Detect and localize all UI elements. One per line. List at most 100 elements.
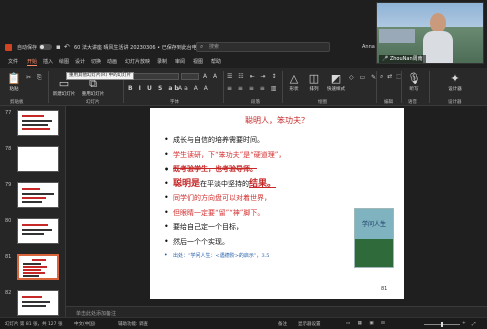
slide-thumbnail[interactable]	[17, 218, 59, 244]
bullet-item: 同学们的方向盘可以对着世界，	[164, 191, 364, 206]
thumb-number: 82	[5, 290, 12, 296]
group-label-font: 字体	[170, 100, 179, 105]
powerpoint-logo-icon	[5, 44, 12, 51]
edit-icons[interactable]: ⌕ ⇄ ⬚	[380, 73, 403, 81]
tab-view[interactable]: 视图	[193, 58, 203, 65]
ribbon-separator	[48, 71, 49, 103]
slide-page-number: 81	[381, 286, 388, 292]
quick-styles-button[interactable]: ◩ 快速样式	[325, 72, 347, 93]
tab-review[interactable]: 审阅	[175, 58, 185, 65]
clipboard-small-icons[interactable]: ✂ ⎘	[26, 74, 44, 82]
user-name[interactable]: Anna	[362, 44, 375, 50]
font-size-field[interactable]	[181, 73, 199, 80]
notes-pane[interactable]: 单击此处添加备注	[66, 306, 487, 317]
book-cover-image[interactable]: 学问人生	[354, 208, 394, 268]
status-bar: 幻灯片 第 81 张，共 127 张 中文(中国) 辅助功能: 调查 备注 显示…	[0, 317, 487, 329]
participant-name-label: 🎤 ZhouNan周南	[379, 55, 426, 63]
shapes-icon: △	[289, 72, 299, 85]
autosave-toggle[interactable]	[39, 44, 52, 50]
group-label-drawing: 绘图	[318, 100, 327, 105]
accessibility-status[interactable]: 辅助功能: 调查	[118, 321, 148, 327]
tab-transitions[interactable]: 切换	[91, 58, 101, 65]
tab-insert[interactable]: 插入	[43, 58, 53, 65]
reuse-slides-button[interactable]: ⧉ 重用幻灯片	[80, 78, 106, 98]
book-cover-tree	[355, 239, 393, 267]
tab-draw[interactable]: 绘图	[59, 58, 69, 65]
tab-help[interactable]: 帮助	[211, 58, 221, 65]
font-size-icons[interactable]: A A	[203, 73, 219, 80]
bullet-item: 成长与自信的培养需要时间。	[164, 133, 364, 148]
tab-design[interactable]: 设计	[75, 58, 85, 65]
fit-to-window-icon[interactable]: ⤢	[472, 321, 476, 327]
new-slide-button[interactable]: ▭ 新建幻灯片	[52, 78, 76, 98]
group-label-clipboard: 剪贴板	[10, 100, 24, 105]
tab-file[interactable]: 文件	[8, 58, 18, 65]
notes-toggle[interactable]: 备注	[278, 321, 287, 327]
search-icon: ⌕	[200, 43, 204, 50]
bullet-item: 但眼睛一定要“留”“神”脚下。	[164, 206, 364, 221]
font-color-icons[interactable]: Aa A A	[178, 85, 210, 92]
slide-bullet-list[interactable]: 成长与自信的培养需要时间。 学生读研，下“笨功夫”是“硬道理”， 既考验学生，也…	[164, 133, 364, 264]
display-settings[interactable]: 显示器设置	[298, 321, 321, 327]
participant-head	[430, 13, 446, 33]
slide-thumbnail-selected[interactable]	[17, 254, 59, 280]
language-status[interactable]: 中文(中国)	[74, 321, 96, 327]
thumb-number: 79	[5, 182, 12, 188]
arrange-icon: ◫	[308, 72, 320, 85]
undo-icon[interactable]: ↶	[64, 43, 70, 51]
group-label-voice: 语音	[408, 100, 417, 105]
bullet-item: 要给自己定一个目标，	[164, 220, 364, 235]
slide-thumbnail[interactable]	[17, 182, 59, 208]
search-input[interactable]: ⌕ 搜索	[196, 42, 330, 52]
ribbon-separator	[401, 71, 402, 103]
group-label-designer: 设计器	[448, 100, 462, 105]
zoom-slider-thumb[interactable]	[441, 322, 443, 327]
slide-thumbnail[interactable]	[17, 290, 59, 316]
video-background-city	[379, 29, 415, 43]
autosave-label: 自动保存	[17, 45, 38, 51]
designer-button[interactable]: ✦ 设计器	[443, 73, 467, 93]
view-mode-icons[interactable]: ▭ ▦ ▣ ⊟	[346, 321, 388, 326]
save-icon[interactable]: ▪	[56, 43, 61, 51]
ribbon-separator	[376, 71, 377, 103]
shapes-button[interactable]: △ 形状	[285, 72, 303, 93]
ribbon-separator	[223, 71, 224, 103]
current-slide[interactable]: 聪明人，笨功夫？ 成长与自信的培养需要时间。 学生读研，下“笨功夫”是“硬道理”…	[150, 108, 404, 299]
font-name-field[interactable]	[127, 73, 179, 80]
bullet-item: 学生读研，下“笨功夫”是“硬道理”，	[164, 148, 364, 163]
shape-format-icons[interactable]: ◇ ▭ ✎	[349, 74, 378, 81]
reuse-slides-tooltip: 重用其他幻灯片(R) 中的幻灯片	[66, 72, 135, 80]
video-call-overlay[interactable]: 🎤 ZhouNan周南	[376, 2, 484, 64]
quick-styles-icon: ◩	[330, 72, 342, 85]
bullet-item: 既考验学生，也考验导师。	[164, 162, 364, 177]
font-style-icons[interactable]: B I U S ab	[128, 85, 181, 92]
group-label-paragraph: 段落	[251, 100, 260, 105]
clipboard-icon: 📋	[7, 72, 21, 85]
thumb-number: 81	[5, 254, 12, 260]
participant-video	[423, 13, 453, 63]
dictate-button[interactable]: 🎙 听写	[404, 72, 424, 93]
thumb-number: 77	[5, 110, 12, 116]
slide-title[interactable]: 聪明人，笨功夫？	[150, 115, 404, 126]
slide-thumbnail-pane[interactable]: 77 78 79 80 81 82	[0, 106, 66, 317]
notes-placeholder: 单击此处添加备注	[76, 311, 117, 317]
arrange-button[interactable]: ◫ 排列	[305, 72, 323, 93]
ribbon-separator	[282, 71, 283, 103]
tab-record[interactable]: 录制	[157, 58, 167, 65]
bullet-emphasis: 结果。	[249, 178, 277, 189]
bullet-item: 然后一个个实现。	[164, 235, 364, 250]
tab-home[interactable]: 开始	[27, 58, 38, 66]
document-title: 60 法大讲座 晴风生活讲 20230306 • 已保存到此台电脑	[74, 45, 202, 51]
search-placeholder: 搜索	[209, 44, 220, 50]
tab-slideshow[interactable]: 幻灯片放映	[125, 58, 150, 65]
slide-thumbnail[interactable]	[17, 146, 59, 172]
microphone-icon: 🎙	[407, 72, 421, 85]
slide-thumbnail[interactable]	[17, 110, 59, 136]
group-label-slides: 幻灯片	[86, 100, 100, 105]
tab-animations[interactable]: 动画	[107, 58, 117, 65]
list-icons[interactable]: ☰ ☷ ⇤ ⇥ ↕	[227, 73, 278, 80]
paste-button[interactable]: 📋 粘贴	[4, 72, 24, 93]
zoom-in-button[interactable]: +	[462, 321, 466, 326]
ribbon-separator	[429, 71, 430, 103]
align-icons[interactable]: ≡ ≡ ≡ ≡ ▥	[227, 85, 278, 92]
